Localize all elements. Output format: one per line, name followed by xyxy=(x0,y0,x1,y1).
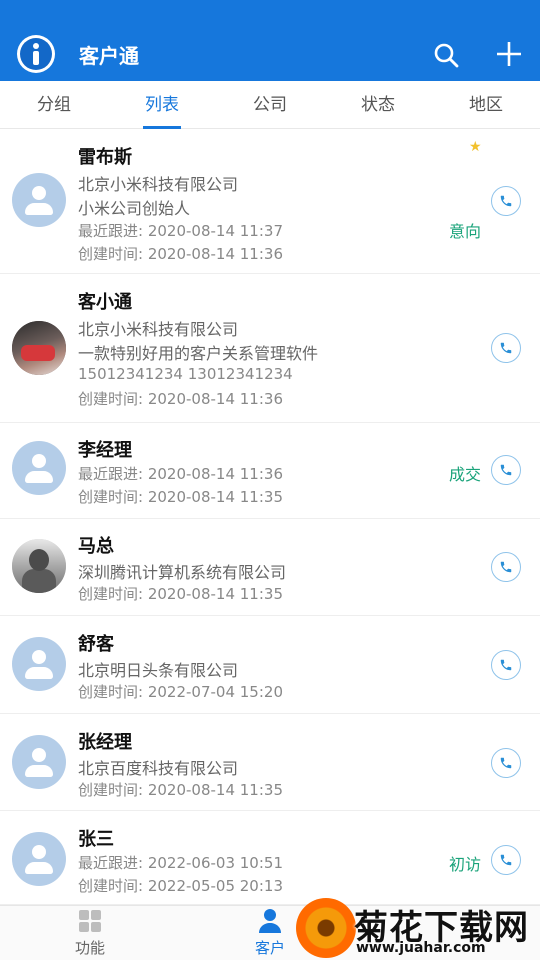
search-icon[interactable] xyxy=(432,41,460,69)
tab-bar: 分组 列表 公司 状态 地区 xyxy=(0,81,540,129)
tab-company[interactable]: 公司 xyxy=(230,81,310,129)
created-time: 创建时间: 2022-07-04 15:20 xyxy=(78,683,283,701)
default-avatar-icon xyxy=(12,735,66,789)
customer-note: 小米公司创始人 xyxy=(78,199,191,218)
status-badge: 初访 xyxy=(449,855,482,874)
created-time: 创建时间: 2020-08-14 11:35 xyxy=(78,488,283,506)
last-followup: 最近跟进: 2022-06-03 10:51 xyxy=(78,854,283,872)
status-badge: 意向 xyxy=(449,222,482,241)
site-watermark: 菊花下载网 www.juahar.com xyxy=(296,896,540,960)
default-avatar-icon xyxy=(12,173,66,227)
tab-status[interactable]: 状态 xyxy=(338,81,418,129)
customer-phones: 15012341234 13012341234 xyxy=(78,365,293,383)
nav-function-label: 功能 xyxy=(74,939,105,957)
customer-name: 舒客 xyxy=(78,634,114,655)
customer-photo-avatar xyxy=(12,321,66,375)
customer-note: 一款特别好用的客户关系管理软件 xyxy=(78,344,319,363)
created-time: 创建时间: 2020-08-14 11:35 xyxy=(78,585,283,603)
customer-name: 客小通 xyxy=(78,292,132,313)
app-logo-icon[interactable] xyxy=(17,35,55,73)
customer-company: 北京小米科技有限公司 xyxy=(78,175,239,194)
customer-company: 深圳腾讯计算机系统有限公司 xyxy=(78,563,287,582)
phone-icon[interactable] xyxy=(491,650,521,680)
customer-row[interactable]: 雷布斯 北京小米科技有限公司 小米公司创始人 最近跟进: 2020-08-14 … xyxy=(0,129,540,274)
add-icon[interactable] xyxy=(495,40,523,68)
customer-name: 张三 xyxy=(78,829,114,850)
status-badge: 成交 xyxy=(449,465,482,484)
tab-list[interactable]: 列表 xyxy=(122,81,202,129)
customer-name: 马总 xyxy=(78,536,114,557)
phone-icon[interactable] xyxy=(491,186,521,216)
customer-name: 张经理 xyxy=(78,732,132,753)
customer-company: 北京明日头条有限公司 xyxy=(78,661,239,680)
nav-customer-label: 客户 xyxy=(254,939,285,957)
phone-icon[interactable] xyxy=(491,552,521,582)
phone-icon[interactable] xyxy=(491,455,521,485)
last-followup: 最近跟进: 2020-08-14 11:36 xyxy=(78,465,283,483)
customer-company: 北京百度科技有限公司 xyxy=(78,759,239,778)
default-avatar-icon xyxy=(12,637,66,691)
tab-region[interactable]: 地区 xyxy=(446,81,526,129)
customer-row[interactable]: 张三 最近跟进: 2022-06-03 10:51 创建时间: 2022-05-… xyxy=(0,811,540,905)
nav-customer[interactable]: 客户 xyxy=(240,906,300,960)
customer-row[interactable]: 舒客 北京明日头条有限公司 创建时间: 2022-07-04 15:20 xyxy=(0,616,540,714)
customer-row[interactable]: 李经理 最近跟进: 2020-08-14 11:36 创建时间: 2020-08… xyxy=(0,423,540,519)
customer-row[interactable]: 客小通 北京小米科技有限公司 一款特别好用的客户关系管理软件 150123412… xyxy=(0,274,540,423)
customer-row[interactable]: 张经理 北京百度科技有限公司 创建时间: 2020-08-14 11:35 xyxy=(0,714,540,811)
created-time: 创建时间: 2020-08-14 11:36 xyxy=(78,390,283,408)
flower-logo-icon xyxy=(296,898,356,958)
grid-icon xyxy=(79,910,101,932)
customer-company: 北京小米科技有限公司 xyxy=(78,320,239,339)
phone-icon[interactable] xyxy=(491,748,521,778)
created-time: 创建时间: 2020-08-14 11:36 xyxy=(78,245,283,263)
phone-icon[interactable] xyxy=(491,333,521,363)
app-title: 客户通 xyxy=(79,44,139,68)
watermark-url: www.juahar.com xyxy=(356,940,486,956)
star-icon: ★ xyxy=(469,139,482,155)
nav-function[interactable]: 功能 xyxy=(60,906,120,960)
customer-name: 雷布斯 xyxy=(78,147,132,168)
default-avatar-icon xyxy=(12,441,66,495)
app-bar: 客户通 xyxy=(0,0,540,81)
customer-row[interactable]: 马总 深圳腾讯计算机系统有限公司 创建时间: 2020-08-14 11:35 xyxy=(0,519,540,616)
created-time: 创建时间: 2020-08-14 11:35 xyxy=(78,781,283,799)
default-avatar-icon xyxy=(12,832,66,886)
created-time: 创建时间: 2022-05-05 20:13 xyxy=(78,877,283,895)
customer-name: 李经理 xyxy=(78,440,132,461)
customer-photo-avatar xyxy=(12,539,66,593)
phone-icon[interactable] xyxy=(491,845,521,875)
tab-group[interactable]: 分组 xyxy=(14,81,94,129)
last-followup: 最近跟进: 2020-08-14 11:37 xyxy=(78,222,283,240)
person-icon xyxy=(258,908,282,934)
